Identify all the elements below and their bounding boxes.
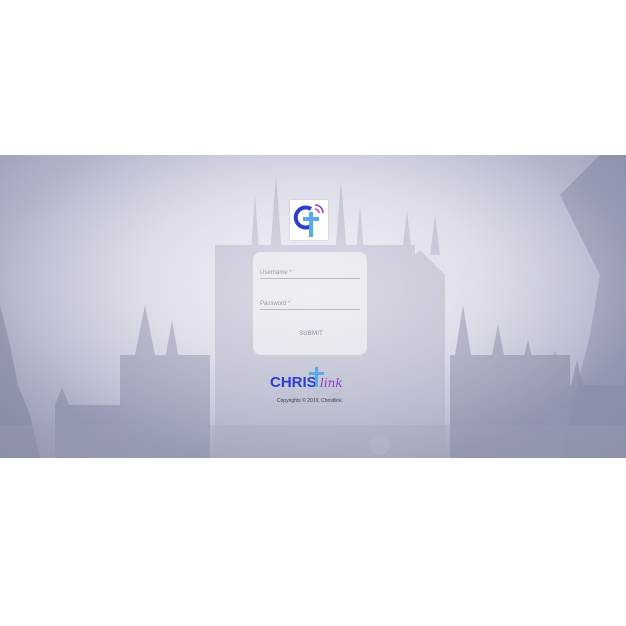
christlink-brand-logo: CHRIS link (270, 367, 343, 391)
copyright-text: Copyrights © 2019, Christlink. (276, 398, 344, 404)
username-field[interactable]: Username * (260, 264, 360, 279)
login-background: Username * Password * SUBMIT CHRIS link … (0, 155, 626, 458)
brand-name-part1: CHRIS (270, 374, 317, 391)
username-label: Username * (260, 270, 292, 276)
submit-button[interactable]: SUBMIT (291, 329, 331, 339)
password-label: Password * (260, 301, 291, 307)
login-form: Username * Password * SUBMIT (253, 252, 367, 355)
christlink-logo-icon (290, 200, 328, 240)
brand-name-part2: link (320, 376, 343, 390)
password-field[interactable]: Password * (260, 295, 360, 310)
